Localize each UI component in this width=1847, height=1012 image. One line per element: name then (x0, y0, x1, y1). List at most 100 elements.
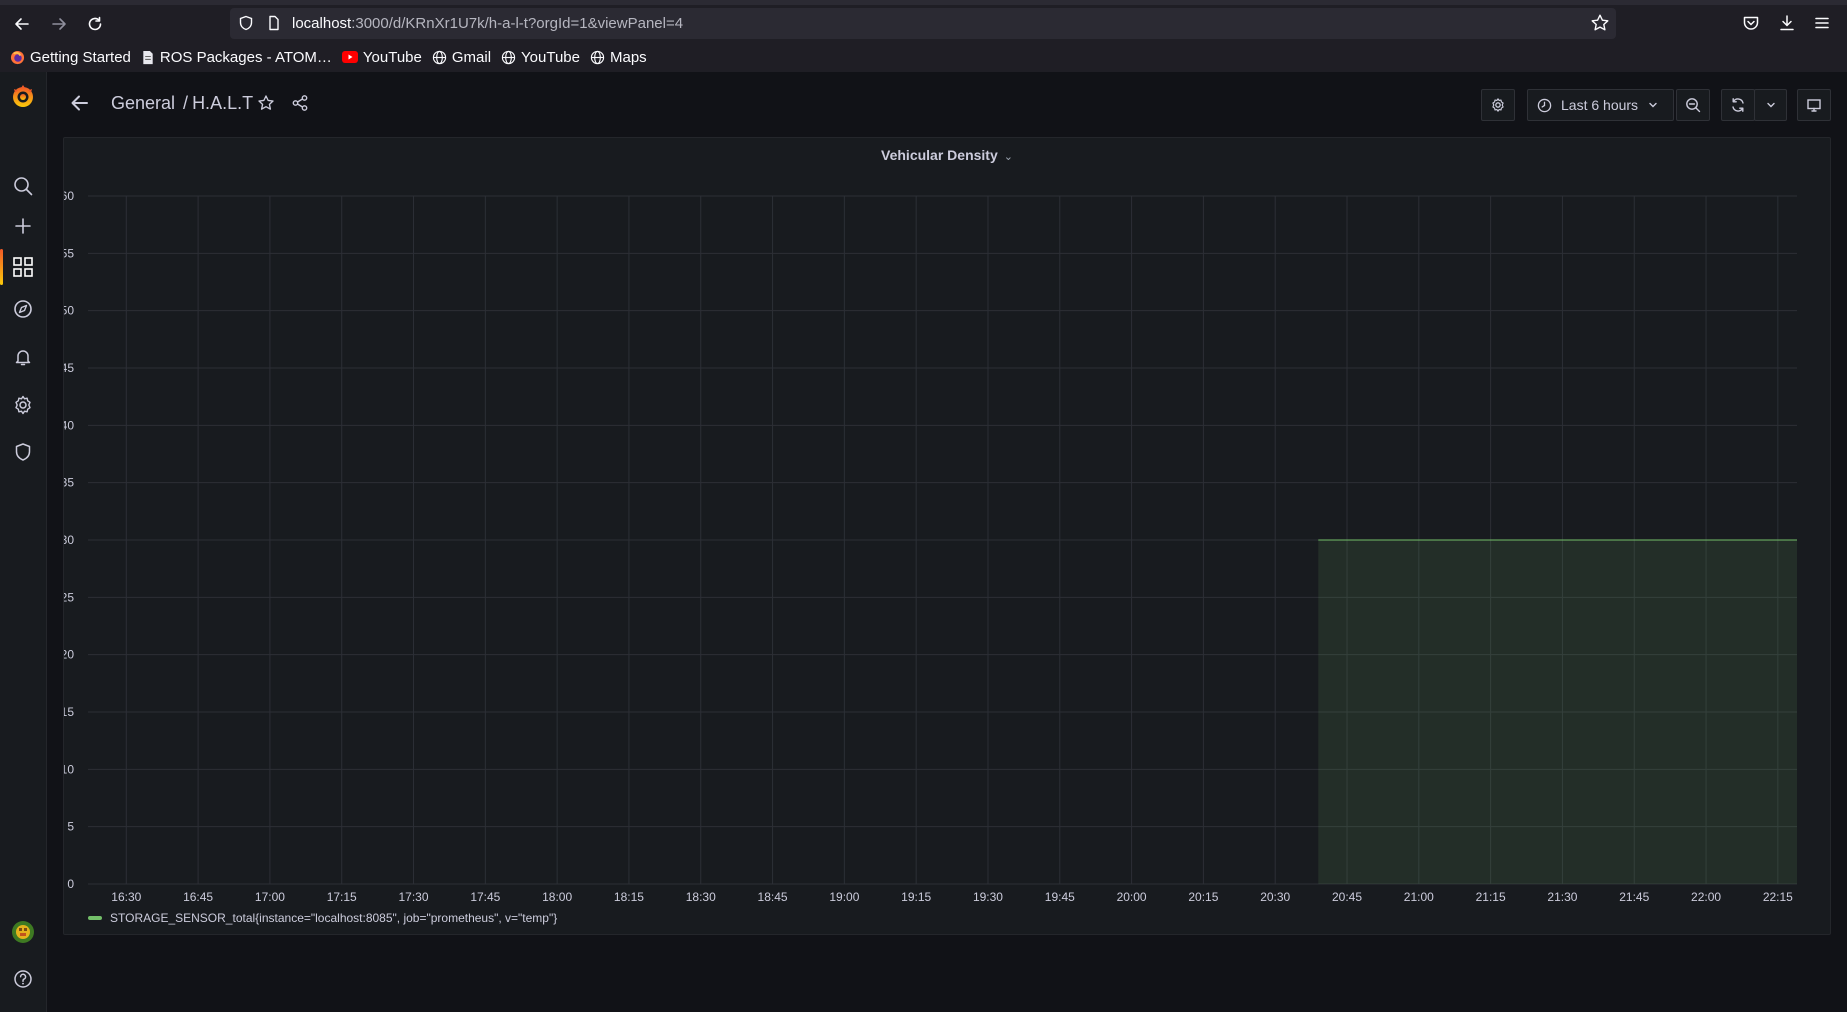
chevron-down-icon (1766, 102, 1775, 108)
mark-favorite-star-icon[interactable] (257, 94, 275, 117)
search-icon[interactable] (0, 166, 46, 206)
bookmark-gmail[interactable]: Gmail (432, 49, 491, 66)
x-tick-label: 19:00 (829, 890, 859, 904)
breadcrumb-folder[interactable]: General (111, 93, 175, 113)
help-icon[interactable] (0, 959, 46, 999)
url-path: :3000/d/KRnXr1U7k/h-a-l-t?orgId=1&viewPa… (351, 15, 684, 32)
monitor-icon (1807, 99, 1821, 112)
x-tick-label: 17:00 (255, 890, 285, 904)
time-range-label: Last 6 hours (1561, 97, 1639, 113)
time-series-chart[interactable]: 0 5 10 15 20 25 30 35 40 45 50 55 60 16:30 16:45 17:00 1… (64, 138, 1832, 936)
y-tick-label: 0 (67, 877, 74, 891)
x-tick-label: 19:45 (1045, 890, 1075, 904)
configuration-gear-icon[interactable] (0, 385, 46, 425)
x-tick-label: 18:30 (686, 890, 716, 904)
y-tick-label: 25 (64, 590, 74, 604)
zoom-out-button[interactable] (1676, 89, 1710, 121)
refresh-interval-dropdown[interactable] (1754, 89, 1787, 121)
zoom-out-icon (1686, 98, 1701, 113)
x-tick-label: 20:30 (1260, 890, 1290, 904)
dashboards-grid-icon[interactable] (0, 247, 46, 287)
refresh-button[interactable] (1721, 89, 1755, 121)
url-host: localhost (292, 15, 352, 32)
bookmark-label: Maps (609, 48, 647, 66)
url-bar[interactable]: localhost:3000/d/KRnXr1U7k/h-a-l-t?orgId… (230, 8, 1616, 39)
x-tick-label: 20:00 (1117, 890, 1147, 904)
legend-series-label[interactable]: STORAGE_SENSOR_total{instance="localhost… (110, 911, 557, 925)
document-icon (143, 50, 153, 64)
bookmark-youtube[interactable]: YouTube (341, 48, 422, 66)
back-arrow-icon[interactable] (10, 12, 34, 36)
breadcrumb: General / H.A.L.T (111, 93, 253, 114)
x-tick-label: 19:30 (973, 890, 1003, 904)
plus-icon[interactable] (0, 206, 46, 246)
x-tick-label: 21:00 (1404, 890, 1434, 904)
y-tick-label: 50 (64, 304, 74, 318)
panel-vehicular-density: Vehicular Density⌄ 051015202530354045505… (63, 137, 1831, 935)
bookmark-star-icon[interactable] (1590, 13, 1610, 38)
x-tick-label: 18:45 (758, 890, 788, 904)
y-tick-label: 45 (64, 361, 74, 375)
alerting-bell-icon[interactable] (0, 337, 46, 377)
x-tick-label: 17:45 (470, 890, 500, 904)
y-tick-label: 15 (64, 705, 74, 719)
grafana-sidemenu (0, 72, 47, 1012)
cycle-view-mode-button[interactable] (1797, 89, 1831, 121)
bookmark-maps[interactable]: Maps (590, 49, 647, 66)
grafana-logo-icon[interactable] (0, 76, 46, 116)
x-tick-label: 20:45 (1332, 890, 1362, 904)
sync-icon (1732, 98, 1744, 112)
globe-icon (501, 50, 516, 64)
tracking-shield-icon[interactable] (238, 15, 254, 36)
user-avatar[interactable] (0, 912, 46, 952)
forward-arrow-icon[interactable] (47, 12, 71, 36)
x-tick-label: 17:30 (399, 890, 429, 904)
bookmark-getting-started[interactable]: Getting Started (10, 49, 131, 66)
series-area-fill (1318, 540, 1797, 884)
y-tick-label: 60 (64, 189, 74, 203)
x-tick-label: 21:45 (1619, 890, 1649, 904)
y-tick-label: 40 (64, 418, 74, 432)
y-tick-label: 35 (64, 476, 74, 490)
share-icon[interactable] (291, 94, 309, 117)
legend-color-swatch (88, 916, 102, 920)
bookmark-label: Gmail (451, 48, 492, 66)
x-tick-label: 21:15 (1476, 890, 1506, 904)
bookmark-label: YouTube (362, 48, 422, 66)
dashboard-title[interactable]: H.A.L.T (192, 93, 253, 113)
bookmarks-toolbar: Getting Started ROS Packages - ATOM… You… (0, 46, 647, 68)
bookmark-ros-packages[interactable]: ROS Packages - ATOM… (141, 49, 332, 66)
x-tick-label: 18:00 (542, 890, 572, 904)
x-tick-label: 16:30 (111, 890, 141, 904)
x-tick-label: 20:15 (1188, 890, 1218, 904)
pocket-icon[interactable] (1740, 12, 1762, 34)
bookmark-label: ROS Packages - ATOM… (159, 48, 332, 66)
bookmark-label: Getting Started (30, 48, 131, 66)
y-tick-label: 10 (64, 762, 74, 776)
y-tick-label: 55 (64, 246, 74, 260)
dashboard-settings-button[interactable] (1481, 89, 1515, 121)
clock-icon (1537, 98, 1552, 112)
chevron-down-icon (1649, 102, 1657, 108)
y-tick-label: 5 (67, 820, 74, 834)
tab-strip (0, 0, 1847, 5)
url-text[interactable]: localhost:3000/d/KRnXr1U7k/h-a-l-t?orgId… (292, 15, 683, 32)
reload-icon[interactable] (83, 12, 107, 36)
x-tick-label: 17:15 (327, 890, 357, 904)
downloads-icon[interactable] (1776, 12, 1798, 34)
globe-icon (432, 50, 447, 64)
server-admin-shield-icon[interactable] (0, 432, 46, 472)
cog-icon (1492, 98, 1504, 112)
x-tick-label: 21:30 (1547, 890, 1577, 904)
bookmark-youtube-2[interactable]: YouTube (501, 49, 580, 66)
back-to-dashboard-arrow-icon[interactable] (69, 92, 91, 119)
youtube-icon (341, 51, 358, 63)
bookmark-label: YouTube (521, 48, 580, 66)
time-range-picker[interactable]: Last 6 hours (1527, 89, 1674, 121)
page-info-icon[interactable] (266, 15, 282, 36)
globe-icon (590, 50, 605, 64)
explore-compass-icon[interactable] (0, 289, 46, 329)
x-tick-label: 22:15 (1763, 890, 1793, 904)
y-tick-label: 20 (64, 648, 74, 662)
hamburger-menu-icon[interactable] (1811, 12, 1833, 34)
